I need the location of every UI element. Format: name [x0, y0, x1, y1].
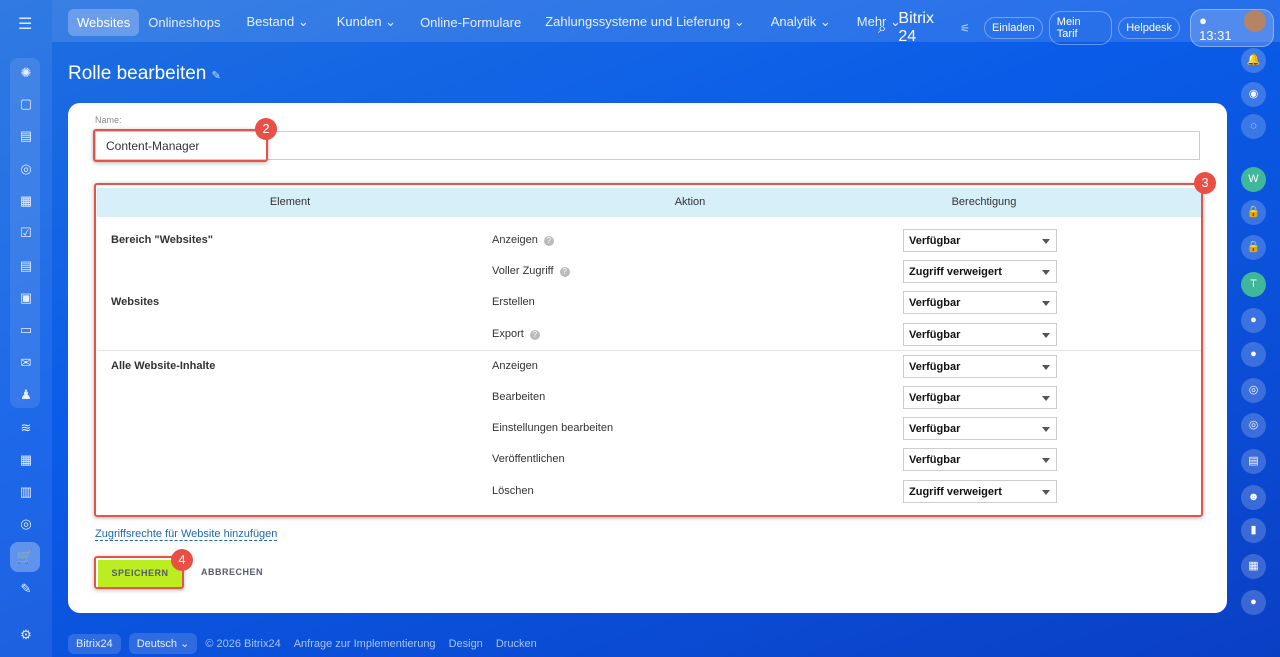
copilot-chat-icon[interactable]: ◌ [1241, 114, 1266, 139]
main-nav: Websites Onlineshops Bestand ⌄ Kunden ⌄ … [68, 8, 910, 36]
language-select[interactable]: Deutsch ⌄ [128, 633, 198, 654]
feed-icon[interactable]: ▤ [14, 124, 38, 148]
bookmark-icon[interactable]: ▮ [1241, 518, 1266, 543]
settings-icon[interactable]: ⚙ [14, 623, 38, 647]
chat-bubble-icon[interactable]: ▤ [1241, 449, 1266, 474]
robot-icon[interactable]: ☻ [1241, 485, 1266, 510]
chat-icon[interactable]: ▢ [14, 92, 38, 116]
sheet-icon[interactable]: ▦ [1241, 554, 1266, 579]
step-badge-3: 3 [1194, 172, 1216, 194]
footer-brand[interactable]: Bitrix24 [68, 633, 121, 654]
top-right: ⌕ Bitrix 24 ⚟ Einladen Mein Tarif Helpde… [878, 9, 1280, 47]
avatar[interactable]: ● [1241, 590, 1266, 615]
docs-icon[interactable]: ▤ [14, 254, 38, 278]
nav-bestand[interactable]: Bestand ⌄ [238, 8, 318, 36]
support-icon[interactable]: ◎ [14, 157, 38, 181]
nav-analytik[interactable]: Analytik ⌄ [762, 8, 840, 36]
highlight-name [93, 129, 268, 162]
highlight-table [94, 183, 1203, 517]
user-avatar[interactable] [1244, 10, 1266, 32]
role-form: Name: Content-Manager 2 Element Aktion B… [68, 103, 1227, 613]
store-icon[interactable]: ▥ [14, 480, 38, 504]
tariff-button[interactable]: Mein Tarif [1048, 11, 1113, 45]
name-label: Name: [95, 115, 122, 125]
add-access-rights-link[interactable]: Zugriffsrechte für Website hinzufügen [95, 528, 278, 541]
funnel-icon[interactable]: ≋ [14, 416, 38, 440]
footer: Bitrix24 Deutsch ⌄ © 2026 Bitrix24 Anfra… [68, 633, 550, 654]
time-text: 13:31 [1199, 28, 1232, 43]
lock-icon[interactable]: 🔒 [1241, 200, 1266, 225]
invite-button[interactable]: Einladen [983, 17, 1043, 39]
footer-link-implementation[interactable]: Anfrage zur Implementierung [294, 638, 436, 650]
nav-online-formulare[interactable]: Online-Formulare [411, 9, 530, 36]
step-badge-2: 2 [255, 118, 277, 140]
presentation-icon[interactable]: ▣ [14, 286, 38, 310]
nav-zahlungssysteme[interactable]: Zahlungssysteme und Lieferung ⌄ [536, 8, 754, 36]
avatar[interactable]: ● [1241, 342, 1266, 367]
avatar-t[interactable]: T [1241, 272, 1266, 297]
copyright: © 2026 Bitrix24 [205, 637, 281, 650]
copilot-icon[interactable]: ◎ [1241, 378, 1266, 403]
shop-cart-icon[interactable]: 🛒 [10, 542, 40, 572]
page-title: Rolle bearbeiten ✎ [68, 63, 221, 85]
nav-onlineshops[interactable]: Onlineshops [139, 9, 229, 36]
nav-kunden[interactable]: Kunden ⌄ [328, 8, 405, 36]
footer-link-design[interactable]: Design [449, 638, 483, 650]
planner-icon[interactable]: ▦ [14, 448, 38, 472]
calendar-icon[interactable]: ▦ [14, 189, 38, 213]
bell-icon[interactable]: 🔔 [1241, 48, 1266, 73]
avatar[interactable]: ● [1241, 308, 1266, 333]
footer-link-print[interactable]: Drucken [496, 638, 537, 650]
crm-icon[interactable]: ✺ [14, 61, 38, 85]
brand-logo: Bitrix 24 [898, 10, 934, 45]
mail-icon[interactable]: ✉ [14, 351, 38, 375]
avatar-w[interactable]: W [1241, 167, 1266, 192]
tasks-icon[interactable]: ☑ [14, 221, 38, 245]
signature-icon[interactable]: ✎ [14, 577, 38, 601]
pin-icon[interactable]: ✎ [212, 70, 221, 82]
nav-websites[interactable]: Websites [68, 8, 140, 36]
target-icon[interactable]: ◎ [14, 512, 38, 536]
spiral-icon[interactable]: ◉ [1241, 82, 1266, 107]
menu-icon[interactable]: ☰ [18, 14, 32, 34]
helpdesk-button[interactable]: Helpdesk [1118, 17, 1181, 39]
cancel-button[interactable]: ABBRECHEN [201, 567, 263, 577]
step-badge-4: 4 [171, 549, 193, 571]
search-icon[interactable]: ⌕ [878, 20, 886, 37]
lock-icon[interactable]: 🔒 [1241, 235, 1266, 260]
contacts-icon[interactable]: ♟ [14, 383, 38, 407]
settings-sliders-icon[interactable]: ⚟ [960, 22, 970, 35]
drive-icon[interactable]: ▭ [14, 318, 38, 342]
page-title-text: Rolle bearbeiten [68, 63, 207, 84]
copilot-icon[interactable]: ◎ [1241, 413, 1266, 438]
